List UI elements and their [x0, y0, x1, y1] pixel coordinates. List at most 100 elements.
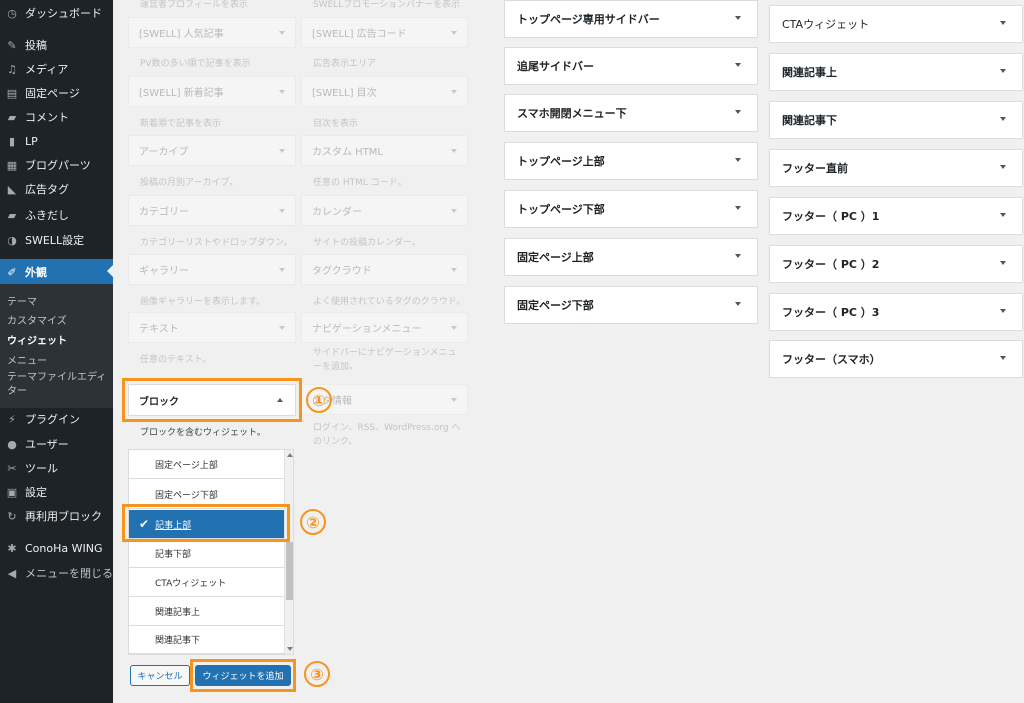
menu-ad-tags[interactable]: ◣ 広告タグ [0, 177, 113, 201]
widget-swell-new-posts[interactable]: [SWELL] 新着記事 [128, 76, 296, 107]
widget-text[interactable]: テキスト [128, 312, 296, 343]
area-title: 固定ページ上部 [517, 251, 594, 264]
widget-tag-cloud[interactable]: タグクラウド [301, 254, 468, 285]
menu-blog-parts[interactable]: ▦ ブログパーツ [0, 153, 113, 177]
widget-description: 任意の HTML コード。 [313, 178, 407, 188]
collapse-icon: ◀ [7, 566, 17, 580]
submenu-widgets[interactable]: ウィジェット [7, 332, 67, 347]
area-sp-menu-bottom[interactable]: スマホ開閉メニュー下 [504, 94, 758, 132]
menu-tools[interactable]: ✂ ツール [0, 456, 113, 480]
widget-swell-toc[interactable]: [SWELL] 目次 [301, 76, 468, 107]
menu-label: プラグイン [25, 413, 80, 426]
widget-area-chooser: 固定ページ上部 固定ページ下部 ✔ 記事上部 記事下部 CTAウィジェット 関連記… [128, 449, 294, 655]
chooser-item[interactable]: CTAウィジェット [129, 568, 284, 597]
submenu-customize[interactable]: カスタマイズ [7, 312, 67, 327]
area-sticky-sidebar[interactable]: 追尾サイドバー [504, 47, 758, 85]
area-title: フッター直前 [782, 162, 848, 175]
widget-title: [SWELL] 人気記事 [139, 29, 224, 40]
area-footer-pc-2[interactable]: フッター（ PC ）2 [769, 245, 1023, 283]
chevron-down-icon [1000, 69, 1006, 73]
area-top-page-sidebar[interactable]: トップページ専用サイドバー [504, 0, 758, 38]
widget-title: ブロック [139, 396, 179, 408]
menu-pages[interactable]: ▤ 固定ページ [0, 81, 113, 105]
chooser-item-selected[interactable]: ✔ 記事上部 [129, 510, 284, 539]
area-related-top[interactable]: 関連記事上 [769, 53, 1023, 91]
menu-dashboard[interactable]: ◷ ダッシュボード [0, 1, 113, 25]
add-widget-button[interactable]: ウィジェットを追加 [195, 665, 291, 686]
swell-icon: ◑ [7, 233, 17, 247]
menu-users[interactable]: ● ユーザー [0, 432, 113, 456]
area-footer-pc-3[interactable]: フッター（ PC ）3 [769, 293, 1023, 331]
menu-label: 固定ページ [25, 87, 80, 100]
widget-description: 任意のテキスト。 [140, 355, 212, 365]
cancel-button[interactable]: キャンセル [130, 665, 190, 686]
menu-media[interactable]: ♫ メディア [0, 57, 113, 81]
menu-label: 外観 [25, 266, 47, 279]
chooser-item[interactable]: 記事下部 [129, 539, 284, 568]
widget-custom-html[interactable]: カスタム HTML [301, 135, 468, 166]
menu-label: ツール [25, 462, 58, 475]
submenu-menus[interactable]: メニュー [7, 352, 47, 367]
chooser-item-label: 固定ページ下部 [155, 490, 218, 501]
grid-icon: ▦ [6, 158, 18, 172]
widget-navigation-menu[interactable]: ナビゲーションメニュー [301, 312, 468, 343]
menu-plugins[interactable]: ⚡ プラグイン [0, 407, 113, 431]
admin-sidebar: ◷ ダッシュボード ✎ 投稿 ♫ メディア ▤ 固定ページ ▰ コメント ▮ L… [0, 0, 113, 703]
menu-lp[interactable]: ▮ LP [0, 129, 113, 153]
chooser-item[interactable]: 関連記事下 [129, 625, 284, 654]
area-related-bottom[interactable]: 関連記事下 [769, 101, 1023, 139]
area-top-page-top[interactable]: トップページ上部 [504, 142, 758, 180]
widget-title: テキスト [139, 324, 179, 335]
menu-speech-bubbles[interactable]: ▰ ふきだし [0, 203, 113, 227]
chooser-item[interactable]: 固定ページ下部 [129, 480, 284, 509]
menu-reusable-blocks[interactable]: ↻ 再利用ブロック [0, 504, 113, 528]
chooser-scrollbar[interactable] [284, 450, 293, 654]
chooser-item[interactable]: 固定ページ上部 [129, 450, 284, 479]
menu-label: ConoHa WING [25, 541, 103, 555]
chevron-down-icon [451, 326, 457, 330]
settings-icon: ▣ [6, 485, 18, 499]
widget-calendar[interactable]: カレンダー [301, 195, 468, 226]
widget-archives[interactable]: アーカイブ [128, 135, 296, 166]
area-footer-pc-1[interactable]: フッター（ PC ）1 [769, 197, 1023, 235]
area-footer-sp[interactable]: フッター（スマホ） [769, 340, 1023, 378]
scrollbar-thumb[interactable] [286, 542, 293, 600]
menu-comments[interactable]: ▰ コメント [0, 105, 113, 129]
dashboard-icon: ◷ [7, 6, 17, 20]
submenu-themes[interactable]: テーマ [7, 293, 37, 308]
chooser-item[interactable]: 関連記事上 [129, 597, 284, 626]
area-fixed-page-top[interactable]: 固定ページ上部 [504, 238, 758, 276]
widget-swell-ad-code[interactable]: [SWELL] 広告コード [301, 17, 468, 48]
widget-swell-popular-posts[interactable]: [SWELL] 人気記事 [128, 17, 296, 48]
widget-title: タグクラウド [312, 266, 372, 277]
area-cta-widget[interactable]: CTAウィジェット [769, 5, 1023, 43]
area-title: トップページ専用サイドバー [517, 13, 660, 26]
menu-swell-settings[interactable]: ◑ SWELL設定 [0, 228, 113, 252]
area-fixed-page-bottom[interactable]: 固定ページ下部 [504, 286, 758, 324]
menu-settings[interactable]: ▣ 設定 [0, 480, 113, 504]
chevron-down-icon [735, 16, 741, 20]
widget-description: 新着順で記事を表示 [140, 119, 222, 129]
area-title: 固定ページ下部 [517, 299, 594, 312]
widget-categories[interactable]: カテゴリー [128, 195, 296, 226]
menu-posts[interactable]: ✎ 投稿 [0, 33, 113, 57]
chevron-down-icon [279, 268, 285, 272]
scroll-down-icon[interactable] [287, 647, 293, 651]
widget-title: [SWELL] 目次 [312, 88, 377, 99]
menu-appearance[interactable]: ✐ 外観 [0, 259, 113, 285]
menu-conoha-wing[interactable]: ✱ ConoHa WING [0, 536, 113, 560]
chooser-item-label: 関連記事上 [155, 607, 201, 618]
submenu-theme-editor[interactable]: テーマファイルエディター [7, 371, 107, 399]
plugin-icon: ⚡ [8, 412, 16, 426]
wrench-icon: ✂ [7, 461, 17, 475]
menu-label: 広告タグ [25, 183, 69, 196]
widget-gallery[interactable]: ギャラリー [128, 254, 296, 285]
menu-collapse[interactable]: ◀ メニューを閉じる [0, 561, 113, 585]
widget-title: [SWELL] 新着記事 [139, 88, 224, 99]
area-before-footer[interactable]: フッター直前 [769, 149, 1023, 187]
area-top-page-bottom[interactable]: トップページ下部 [504, 190, 758, 228]
widget-block[interactable]: ブロック [128, 384, 296, 416]
chevron-down-icon [451, 268, 457, 272]
scroll-up-icon[interactable] [287, 453, 293, 457]
checkmark-icon: ✔ [139, 517, 150, 531]
